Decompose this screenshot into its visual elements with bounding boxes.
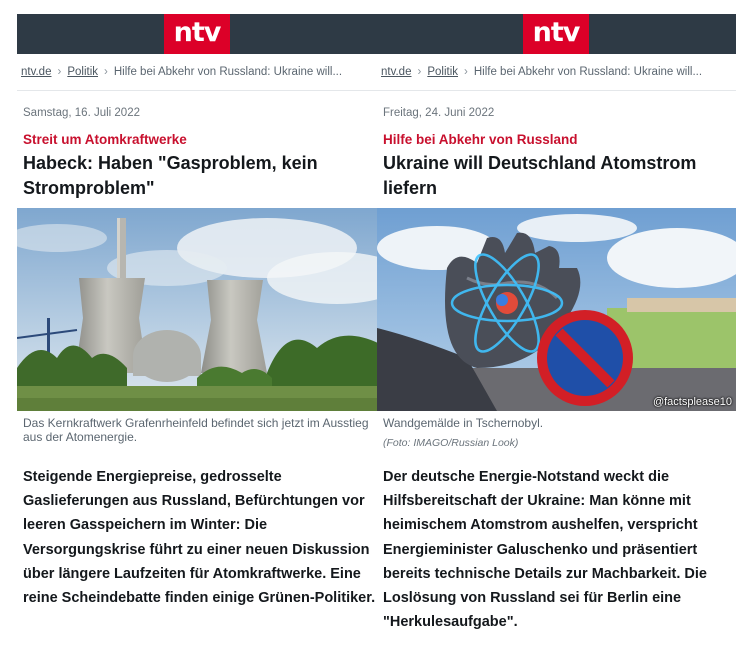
top-bar: ntv bbox=[377, 14, 736, 54]
photo-credit: (Foto: IMAGO/Russian Look) bbox=[383, 437, 519, 449]
breadcrumb: ntv.de › Politik › Hilfe bei Abkehr von Russ… bbox=[381, 66, 736, 82]
breadcrumb-section-link[interactable]: Politik bbox=[427, 66, 458, 78]
ntv-logo[interactable]: ntv bbox=[164, 14, 230, 54]
ntv-logo[interactable]: ntv bbox=[523, 14, 589, 54]
article-left: ntv ntv.de › Politik › Hilfe bei Abkehr von … bbox=[17, 0, 378, 652]
breadcrumb-section-link[interactable]: Politik bbox=[67, 66, 98, 78]
divider bbox=[17, 90, 378, 91]
breadcrumb-current: Hilfe bei Abkehr von Russland: Ukraine w… bbox=[473, 66, 703, 78]
article-right: ntv ntv.de › Politik › Hilfe bei Abkehr von … bbox=[377, 0, 736, 652]
breadcrumb-home-link[interactable]: ntv.de bbox=[381, 66, 411, 78]
breadcrumb-home-link[interactable]: ntv.de bbox=[21, 66, 51, 78]
article-lead: Der deutsche Energie-Notstand weckt die … bbox=[383, 469, 707, 631]
chevron-right-icon: › bbox=[417, 66, 422, 78]
article-image-power-plant bbox=[17, 208, 378, 411]
chevron-right-icon: › bbox=[104, 66, 108, 78]
divider bbox=[377, 90, 736, 91]
image-caption: Wandgemälde in Tschernobyl. bbox=[383, 416, 544, 430]
article-date: Freitag, 24. Juni 2022 bbox=[383, 107, 495, 119]
article-date: Samstag, 16. Juli 2022 bbox=[23, 107, 140, 119]
chevron-right-icon: › bbox=[57, 66, 62, 78]
chevron-right-icon: › bbox=[464, 66, 468, 78]
breadcrumb: ntv.de › Politik › Hilfe bei Abkehr von Russ… bbox=[21, 66, 378, 82]
image-caption: Das Kernkraftwerk Grafenrheinfeld befind… bbox=[23, 416, 369, 444]
article-lead: Steigende Energiepreise, gedrosselte Gas… bbox=[23, 469, 376, 607]
top-bar: ntv bbox=[17, 14, 378, 54]
article-image-mural: @factsplease10 bbox=[377, 208, 736, 411]
article-headline: Habeck: Haben "Gasproblem, kein Strompro… bbox=[23, 153, 318, 198]
article-headline: Ukraine will Deutschland Atomstrom liefe… bbox=[383, 153, 697, 198]
breadcrumb-current: Hilfe bei Abkehr von Russland: Ukraine w… bbox=[113, 66, 343, 78]
mural-illustration bbox=[377, 208, 736, 411]
article-kicker: Hilfe bei Abkehr von Russland bbox=[383, 132, 578, 147]
power-plant-illustration bbox=[17, 208, 378, 411]
article-kicker: Streit um Atomkraftwerke bbox=[23, 132, 187, 147]
watermark: @factsplease10 bbox=[652, 396, 732, 408]
